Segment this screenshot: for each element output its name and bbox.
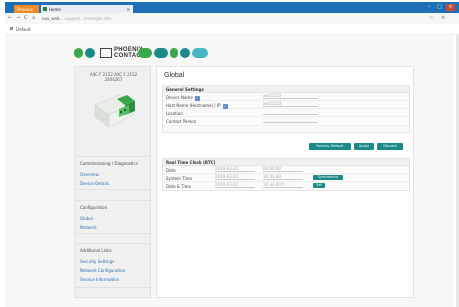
brand-blob (180, 48, 190, 58)
rtc-time-field[interactable]: 10:33:40 (263, 174, 303, 180)
brand-blob (192, 48, 208, 58)
info-icon[interactable]: i (194, 95, 200, 101)
tab-label: Home (49, 7, 61, 12)
maximize-icon[interactable]: □ (435, 4, 444, 11)
url-path: ...support.../example.site (60, 16, 111, 21)
brand-blob (85, 48, 95, 58)
rtc-date-field[interactable]: 2019-03-22 (215, 182, 255, 188)
setting-label: Device Name i (166, 95, 200, 101)
browser-window: Phoenix Home × – □ × ← → C ⌂ nav_web ...… (0, 0, 459, 307)
product-image (94, 94, 135, 128)
brand-blob (138, 48, 152, 58)
sidebar-section-diagnostics: Commissioning / Diagnostics Overview Dev… (74, 156, 151, 190)
host-name-field[interactable]: axcf2152 (263, 101, 318, 107)
sidebar-section-links: Additional Links Security Settings Netwo… (74, 243, 151, 288)
setting-row: Contact Person (163, 117, 409, 126)
panel-header: General Settings (163, 86, 409, 93)
favicon-icon (43, 7, 47, 11)
sidebar-link-device-details[interactable]: Device Details (80, 181, 109, 186)
panel-title: General Settings (166, 87, 204, 92)
reload-icon[interactable]: C (24, 15, 28, 21)
rtc-time-field[interactable]: 00:00:00 (263, 166, 303, 172)
bookmark-icon (10, 27, 13, 30)
set-time-button[interactable]: Set (313, 183, 325, 188)
rtc-date-field[interactable]: 2019-03-22 (215, 166, 255, 172)
title-bar: Phoenix Home × – □ × (5, 2, 459, 14)
rtc-row: Date 2019-03-22 00:00:00 (163, 166, 409, 174)
setting-label: Location (166, 111, 183, 116)
url-field[interactable]: nav_web ...support.../example.site (42, 16, 111, 21)
factory-default-button[interactable]: Factory Default (309, 143, 351, 150)
logo-mark-icon (100, 48, 112, 58)
page-title: Global (164, 72, 185, 79)
location-field[interactable] (263, 109, 318, 115)
sidebar-link-overview[interactable]: Overview (80, 172, 99, 177)
brand-header: PHOENIX CONTACT (74, 46, 234, 62)
sidebar-link-security[interactable]: Security Settings (80, 259, 114, 264)
setting-row: Location (163, 109, 409, 117)
back-icon[interactable]: ← (8, 15, 12, 21)
panel-title: Real Time Clock (RTC) (166, 160, 216, 165)
rtc-time-field[interactable]: 10:33:40 h (263, 182, 303, 188)
setting-label-text: Host Name (Hostname) / IP (166, 103, 221, 108)
setting-row: Host Name (Hostname) / IP i axcf2152 (163, 101, 409, 109)
product-title-line2: 2404267 (104, 77, 123, 82)
sidebar-section-title: Configuration (80, 205, 108, 210)
rtc-label: Date & Time (166, 184, 192, 189)
device-name-field[interactable]: axcf2152 (263, 93, 318, 99)
main-panel: Global General Settings Device Name i axc… (156, 66, 414, 298)
bookmark-bar: Default (5, 24, 459, 35)
sidebar-section-title: Additional Links (80, 248, 112, 253)
forward-icon[interactable]: → (16, 15, 20, 21)
star-icon[interactable]: ☆ (429, 15, 433, 21)
tab-label: Phoenix (17, 7, 33, 12)
synchronize-button[interactable]: Synchronize (313, 175, 343, 180)
brand-blob (154, 48, 168, 58)
panel-header: Real Time Clock (RTC) (163, 159, 409, 166)
brand-blob (170, 48, 178, 58)
sidebar-link-network-config[interactable]: Network Configuration (80, 268, 125, 273)
minimize-icon[interactable]: – (425, 4, 434, 11)
home-icon[interactable]: ⌂ (32, 15, 35, 21)
setting-label: Host Name (Hostname) / IP i (166, 103, 228, 109)
setting-label: Contact Person (166, 119, 197, 124)
setting-label-text: Device Name (166, 95, 193, 100)
contact-field[interactable] (263, 117, 318, 123)
sidebar-link-service[interactable]: Service Information (80, 277, 119, 282)
discard-button[interactable]: Discard (377, 143, 403, 150)
url-host: nav_web (42, 16, 60, 21)
apply-button[interactable]: Apply (354, 143, 374, 150)
sidebar-link-global[interactable]: Global (80, 216, 93, 221)
bookmark-item[interactable]: Default (16, 27, 31, 32)
info-icon[interactable]: i (222, 103, 228, 109)
sidebar-link-network[interactable]: Network (80, 225, 97, 230)
rtc-date-field[interactable]: 2019-03-22 (215, 174, 255, 180)
brand-blob (74, 48, 83, 58)
rtc-label: System Time (166, 176, 192, 181)
menu-icon[interactable]: ≡ (441, 15, 445, 21)
rtc-panel: Real Time Clock (RTC) Date 2019-03-22 00… (162, 158, 410, 191)
rtc-label: Date (166, 168, 176, 173)
product-title: AXC F 2152 AXC F 2152 2404267 (75, 72, 152, 82)
general-settings-panel: General Settings Device Name i axcf2152 H… (162, 85, 410, 133)
rtc-row: Date & Time 2019-03-22 10:33:40 h Set (163, 182, 409, 191)
setting-row: Device Name i axcf2152 (163, 93, 409, 101)
close-window-icon[interactable]: × (446, 4, 455, 11)
rtc-row: System Time 2019-03-22 10:33:40 Synchron… (163, 174, 409, 182)
sidebar-section-title: Commissioning / Diagnostics (80, 161, 138, 166)
sidebar-section-configuration: Configuration Global Network (74, 200, 151, 234)
